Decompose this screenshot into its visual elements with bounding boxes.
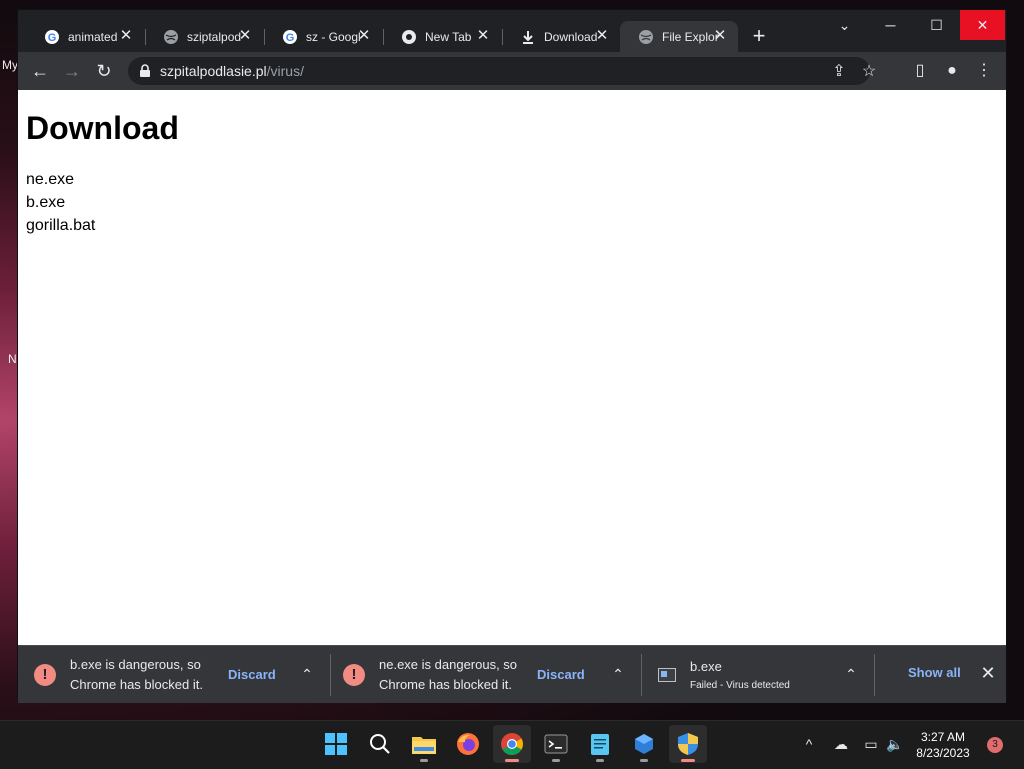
google-icon: G	[44, 29, 60, 45]
show-all-button[interactable]: Show all	[908, 665, 961, 680]
download-item[interactable]: b.exe Failed - Virus detected	[658, 646, 868, 703]
chevron-up-icon[interactable]: ^	[800, 735, 818, 753]
running-indicator	[420, 759, 428, 762]
download-warning-text: b.exe is dangerous, so Chrome has blocke…	[70, 656, 203, 692]
desktop-icon-label: My	[2, 58, 18, 72]
reload-button[interactable]: ↻	[92, 60, 116, 82]
download-status: Failed - Virus detected	[690, 679, 790, 691]
terminal-icon[interactable]	[537, 725, 575, 763]
tab-animated[interactable]: G animated ✕	[26, 21, 144, 52]
close-icon[interactable]: ✕	[475, 28, 491, 44]
start-icon[interactable]	[317, 725, 355, 763]
url-domain: szpitalpodlasie.pl	[160, 63, 267, 79]
close-icon[interactable]: ✕	[978, 663, 998, 683]
running-indicator	[552, 759, 560, 762]
discard-button[interactable]: Discard	[537, 667, 585, 682]
tab-download[interactable]: Download ✕	[502, 21, 620, 52]
download-item[interactable]: ! ne.exe is dangerous, so Chrome has blo…	[343, 646, 633, 703]
chevron-up-icon[interactable]: ⌃	[297, 664, 317, 684]
file-list: ne.exe b.exe gorilla.bat	[26, 168, 95, 237]
chrome-icon[interactable]	[493, 725, 531, 763]
download-divider	[641, 654, 642, 696]
close-icon[interactable]: ✕	[712, 28, 728, 44]
close-icon[interactable]: ✕	[118, 28, 134, 44]
globe-icon	[638, 29, 654, 45]
tab-search-button[interactable]: ⌄	[822, 10, 867, 40]
share-icon[interactable]: ⇪	[830, 63, 848, 81]
system-clock[interactable]: 3:27 AM 8/23/2023	[908, 729, 978, 761]
address-bar[interactable]: szpitalpodlasie.pl/virus/ ⇪ ☆	[128, 57, 876, 85]
google-icon: G	[282, 29, 298, 45]
chevron-up-icon[interactable]: ⌃	[841, 664, 861, 684]
tab-file-explorer[interactable]: File Explor ✕	[620, 21, 738, 52]
bookmark-star-icon[interactable]: ☆	[860, 63, 878, 81]
tab-sziptalpod[interactable]: sziptalpod ✕	[145, 21, 263, 52]
security-shield-icon[interactable]	[669, 725, 707, 763]
url-path: /virus/	[266, 63, 304, 79]
maximize-button[interactable]: ☐	[914, 10, 959, 40]
download-warning-text: ne.exe is dangerous, so Chrome has block…	[379, 656, 518, 692]
lock-icon[interactable]	[138, 64, 152, 78]
discard-button[interactable]: Discard	[228, 667, 276, 682]
notification-badge[interactable]: 3	[987, 737, 1003, 753]
display-icon[interactable]: ▭	[862, 735, 880, 753]
running-indicator	[681, 759, 695, 762]
file-link[interactable]: ne.exe	[26, 168, 95, 191]
taskbar: ^ ☁ ▭ 🔈 3:27 AM 8/23/2023 3	[0, 720, 1024, 769]
file-link[interactable]: b.exe	[26, 191, 95, 214]
cloud-offline-icon[interactable]: ☁	[832, 735, 850, 753]
sandbox-icon[interactable]	[625, 725, 663, 763]
tab-sz-google[interactable]: G sz - Googl ✕	[264, 21, 382, 52]
running-indicator	[596, 759, 604, 762]
new-tab-button[interactable]: +	[748, 25, 770, 48]
page-title: Download	[26, 110, 179, 146]
minimize-button[interactable]: ─	[868, 10, 913, 40]
clock-time: 3:27 AM	[920, 730, 966, 744]
close-icon[interactable]: ✕	[356, 28, 372, 44]
page-content: Download ne.exe b.exe gorilla.bat	[18, 90, 1006, 645]
warning-icon: !	[343, 663, 365, 686]
download-divider	[330, 654, 331, 696]
svg-text:G: G	[286, 32, 295, 44]
file-icon	[658, 667, 676, 682]
profile-icon[interactable]: ●	[943, 62, 961, 80]
download-info: b.exe Failed - Virus detected	[690, 659, 790, 691]
close-icon[interactable]: ✕	[237, 28, 253, 44]
running-indicator	[640, 759, 648, 762]
download-shelf: ! b.exe is dangerous, so Chrome has bloc…	[18, 645, 1006, 703]
svg-text:G: G	[48, 32, 57, 44]
firefox-icon[interactable]	[449, 725, 487, 763]
download-divider	[874, 654, 875, 696]
menu-icon[interactable]: ⋮	[975, 62, 993, 80]
browser-toolbar: ← → ↻ szpitalpodlasie.pl/virus/ ⇪ ☆ ▯ ● …	[18, 52, 1006, 90]
close-icon[interactable]: ✕	[594, 28, 610, 44]
chevron-up-icon[interactable]: ⌃	[608, 664, 628, 684]
clock-date: 8/23/2023	[916, 746, 970, 760]
file-explorer-icon[interactable]	[405, 725, 443, 763]
chrome-window: G animated ✕ sziptalpod ✕ G sz - Googl ✕	[18, 10, 1006, 703]
file-link[interactable]: gorilla.bat	[26, 214, 95, 237]
search-icon[interactable]	[361, 725, 399, 763]
download-item[interactable]: ! b.exe is dangerous, so Chrome has bloc…	[34, 646, 324, 703]
tab-new-tab[interactable]: New Tab ✕	[383, 21, 501, 52]
url-text[interactable]: szpitalpodlasie.pl/virus/	[160, 63, 304, 79]
warning-icon: !	[34, 663, 56, 686]
tab-strip: G animated ✕ sziptalpod ✕ G sz - Googl ✕	[18, 10, 1006, 52]
download-icon	[520, 29, 536, 45]
desktop-icon-label: N	[8, 352, 17, 366]
notepad-icon[interactable]	[581, 725, 619, 763]
download-filename: b.exe	[690, 658, 722, 674]
side-panel-icon[interactable]: ▯	[911, 62, 929, 80]
back-button[interactable]: ←	[28, 60, 52, 82]
globe-icon	[163, 29, 179, 45]
volume-icon[interactable]: 🔈	[886, 735, 904, 753]
chrome-icon	[401, 29, 417, 45]
close-window-button[interactable]: ✕	[960, 10, 1005, 40]
forward-button[interactable]: →	[60, 60, 84, 82]
running-indicator	[505, 759, 519, 762]
